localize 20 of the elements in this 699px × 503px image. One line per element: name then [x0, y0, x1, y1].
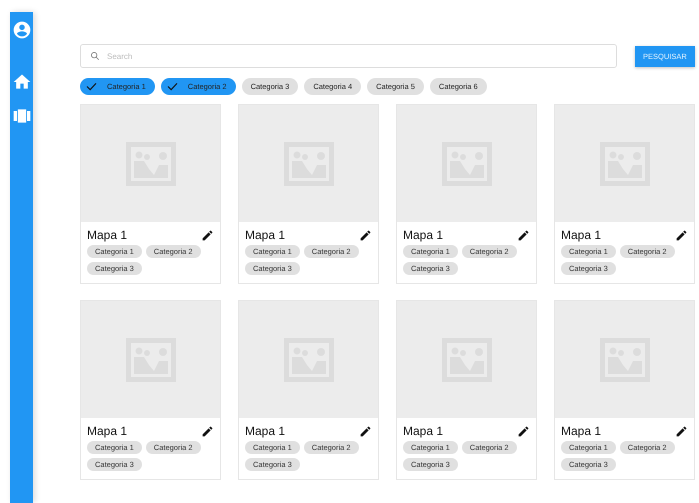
edit-icon[interactable] — [675, 228, 688, 242]
account-icon[interactable] — [12, 20, 32, 40]
map-title: Mapa 1 — [245, 228, 286, 242]
map-title: Mapa 1 — [87, 424, 128, 438]
map-title: Mapa 1 — [403, 228, 444, 242]
map-title: Mapa 1 — [561, 228, 602, 242]
search-field[interactable]: Search — [80, 44, 617, 68]
map-title: Mapa 1 — [87, 228, 128, 242]
edit-icon[interactable] — [359, 424, 372, 438]
edit-icon[interactable] — [359, 228, 372, 242]
check-icon — [86, 82, 97, 91]
edit-icon[interactable] — [201, 424, 214, 438]
edit-icon[interactable] — [517, 228, 530, 242]
check-icon — [166, 82, 178, 91]
map-title: Mapa 1 — [403, 424, 444, 438]
edit-icon[interactable] — [201, 228, 214, 242]
edit-icon[interactable] — [675, 424, 688, 438]
map-title: Mapa 1 — [245, 424, 286, 438]
map-title: Mapa 1 — [561, 424, 602, 438]
edit-icon[interactable] — [517, 424, 530, 438]
